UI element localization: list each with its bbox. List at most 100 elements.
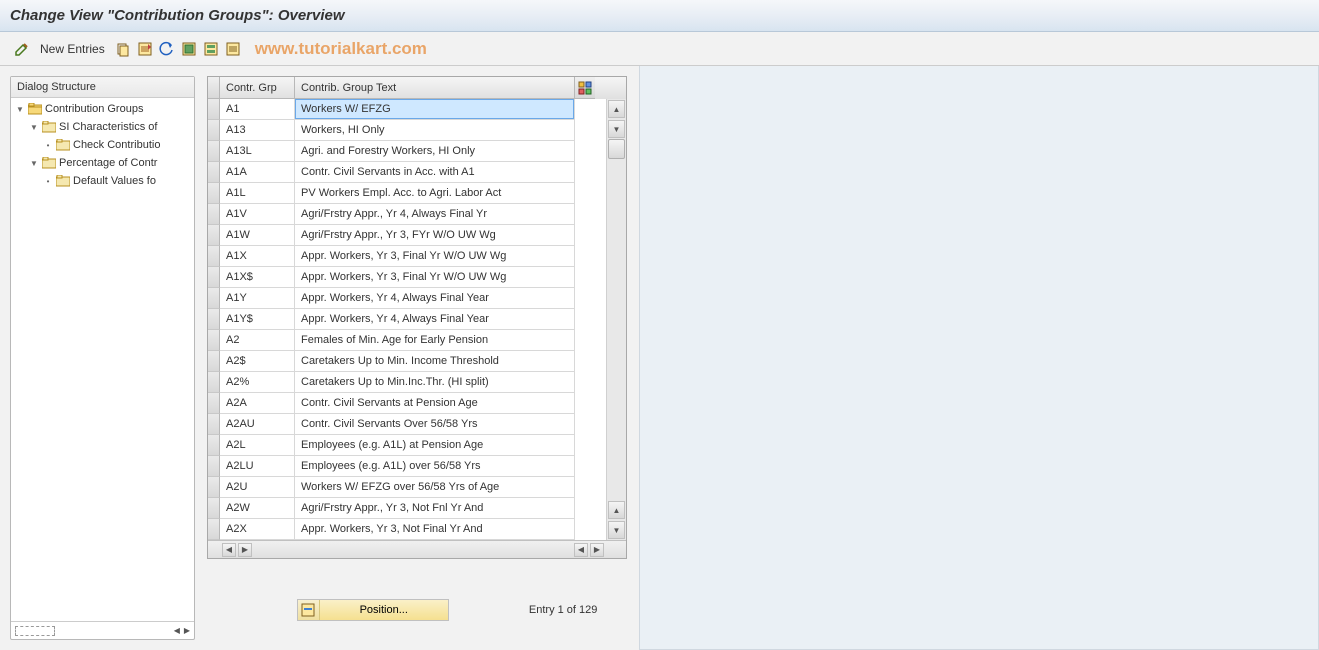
row-selector[interactable] bbox=[208, 372, 220, 393]
tree-drag-handle[interactable] bbox=[15, 626, 55, 636]
cell-contrib-group-text[interactable]: Appr. Workers, Yr 3, Final Yr W/O UW Wg bbox=[295, 246, 575, 267]
tree-node[interactable]: •Check Contributio bbox=[11, 136, 194, 154]
cell-contr-grp[interactable]: A13 bbox=[220, 120, 295, 141]
cell-contr-grp[interactable]: A2$ bbox=[220, 351, 295, 372]
cell-contr-grp[interactable]: A2X bbox=[220, 519, 295, 540]
table-row[interactable]: A2AUContr. Civil Servants Over 56/58 Yrs bbox=[208, 414, 606, 435]
cell-contrib-group-text[interactable]: Contr. Civil Servants in Acc. with A1 bbox=[295, 162, 575, 183]
undo-change-icon[interactable] bbox=[159, 41, 175, 57]
toggle-change-icon[interactable] bbox=[14, 41, 30, 57]
table-row[interactable]: A2$Caretakers Up to Min. Income Threshol… bbox=[208, 351, 606, 372]
row-selector[interactable] bbox=[208, 267, 220, 288]
table-row[interactable]: A2LUEmployees (e.g. A1L) over 56/58 Yrs bbox=[208, 456, 606, 477]
select-all-icon[interactable] bbox=[181, 41, 197, 57]
table-row[interactable]: A1WAgri/Frstry Appr., Yr 3, FYr W/O UW W… bbox=[208, 225, 606, 246]
tree-expand-toggle[interactable]: ▼ bbox=[29, 158, 39, 168]
new-entries-button[interactable]: New Entries bbox=[40, 42, 105, 56]
table-row[interactable]: A2%Caretakers Up to Min.Inc.Thr. (HI spl… bbox=[208, 372, 606, 393]
row-selector[interactable] bbox=[208, 393, 220, 414]
row-selector[interactable] bbox=[208, 225, 220, 246]
scroll-down-page-arrow[interactable]: ▼ bbox=[608, 521, 625, 539]
table-row[interactable]: A1Y$Appr. Workers, Yr 4, Always Final Ye… bbox=[208, 309, 606, 330]
cell-contr-grp[interactable]: A2AU bbox=[220, 414, 295, 435]
cell-contrib-group-text[interactable]: Caretakers Up to Min. Income Threshold bbox=[295, 351, 575, 372]
cell-contrib-group-text[interactable]: Females of Min. Age for Early Pension bbox=[295, 330, 575, 351]
cell-contrib-group-text[interactable]: Agri. and Forestry Workers, HI Only bbox=[295, 141, 575, 162]
tree-node[interactable]: •Default Values fo bbox=[11, 172, 194, 190]
cell-contrib-group-text[interactable]: Agri/Frstry Appr., Yr 3, FYr W/O UW Wg bbox=[295, 225, 575, 246]
cell-contrib-group-text[interactable]: Appr. Workers, Yr 3, Not Final Yr And bbox=[295, 519, 575, 540]
cell-contr-grp[interactable]: A1X bbox=[220, 246, 295, 267]
table-vertical-scrollbar[interactable]: ▲ ▼ ▲ ▼ bbox=[606, 99, 626, 540]
table-row[interactable]: A1X$Appr. Workers, Yr 3, Final Yr W/O UW… bbox=[208, 267, 606, 288]
select-block-icon[interactable] bbox=[203, 41, 219, 57]
column-header-contr-grp[interactable]: Contr. Grp bbox=[220, 77, 295, 99]
delete-icon[interactable] bbox=[137, 41, 153, 57]
scroll-up-arrow[interactable]: ▲ bbox=[608, 100, 625, 118]
table-row[interactable]: A1AContr. Civil Servants in Acc. with A1 bbox=[208, 162, 606, 183]
row-selector[interactable] bbox=[208, 519, 220, 540]
cell-contr-grp[interactable]: A1Y bbox=[220, 288, 295, 309]
row-selector[interactable] bbox=[208, 99, 220, 120]
cell-contr-grp[interactable]: A2LU bbox=[220, 456, 295, 477]
cell-contrib-group-text[interactable]: Agri/Frstry Appr., Yr 4, Always Final Yr bbox=[295, 204, 575, 225]
cell-contrib-group-text[interactable]: Appr. Workers, Yr 4, Always Final Year bbox=[295, 288, 575, 309]
copy-as-icon[interactable] bbox=[115, 41, 131, 57]
table-row[interactable]: A1Workers W/ EFZG bbox=[208, 99, 606, 120]
tree-node[interactable]: ▼Contribution Groups bbox=[11, 100, 194, 118]
table-row[interactable]: A2AContr. Civil Servants at Pension Age bbox=[208, 393, 606, 414]
cell-contr-grp[interactable]: A2A bbox=[220, 393, 295, 414]
cell-contr-grp[interactable]: A1X$ bbox=[220, 267, 295, 288]
table-row[interactable]: A2WAgri/Frstry Appr., Yr 3, Not Fnl Yr A… bbox=[208, 498, 606, 519]
row-selector[interactable] bbox=[208, 120, 220, 141]
row-selector[interactable] bbox=[208, 204, 220, 225]
cell-contrib-group-text[interactable]: Workers W/ EFZG bbox=[295, 99, 575, 120]
cell-contr-grp[interactable]: A1V bbox=[220, 204, 295, 225]
table-row[interactable]: A2Females of Min. Age for Early Pension bbox=[208, 330, 606, 351]
cell-contrib-group-text[interactable]: Contr. Civil Servants Over 56/58 Yrs bbox=[295, 414, 575, 435]
cell-contr-grp[interactable]: A1W bbox=[220, 225, 295, 246]
cell-contr-grp[interactable]: A1L bbox=[220, 183, 295, 204]
table-row[interactable]: A2UWorkers W/ EFZG over 56/58 Yrs of Age bbox=[208, 477, 606, 498]
scroll-up-page-arrow[interactable]: ▲ bbox=[608, 501, 625, 519]
cell-contrib-group-text[interactable]: Appr. Workers, Yr 3, Final Yr W/O UW Wg bbox=[295, 267, 575, 288]
row-selector[interactable] bbox=[208, 435, 220, 456]
row-selector[interactable] bbox=[208, 288, 220, 309]
row-selector[interactable] bbox=[208, 477, 220, 498]
hscroll-grp-left[interactable]: ◀ bbox=[222, 543, 236, 557]
table-row[interactable]: A1YAppr. Workers, Yr 4, Always Final Yea… bbox=[208, 288, 606, 309]
tree-expand-toggle[interactable]: ▼ bbox=[15, 104, 25, 114]
row-selector[interactable] bbox=[208, 330, 220, 351]
position-button[interactable]: Position... bbox=[297, 599, 449, 621]
hscroll-txt-right[interactable]: ▶ bbox=[590, 543, 604, 557]
cell-contr-grp[interactable]: A2U bbox=[220, 477, 295, 498]
cell-contr-grp[interactable]: A13L bbox=[220, 141, 295, 162]
cell-contrib-group-text[interactable]: Employees (e.g. A1L) at Pension Age bbox=[295, 435, 575, 456]
cell-contrib-group-text[interactable]: Caretakers Up to Min.Inc.Thr. (HI split) bbox=[295, 372, 575, 393]
cell-contrib-group-text[interactable]: Employees (e.g. A1L) over 56/58 Yrs bbox=[295, 456, 575, 477]
cell-contrib-group-text[interactable]: Agri/Frstry Appr., Yr 3, Not Fnl Yr And bbox=[295, 498, 575, 519]
deselect-all-icon[interactable] bbox=[225, 41, 241, 57]
cell-contr-grp[interactable]: A1Y$ bbox=[220, 309, 295, 330]
row-selector[interactable] bbox=[208, 162, 220, 183]
tree-expand-toggle[interactable]: ▼ bbox=[29, 122, 39, 132]
table-row[interactable]: A13Workers, HI Only bbox=[208, 120, 606, 141]
row-selector[interactable] bbox=[208, 498, 220, 519]
row-selector[interactable] bbox=[208, 141, 220, 162]
table-settings-icon[interactable] bbox=[575, 77, 595, 99]
cell-contrib-group-text[interactable]: PV Workers Empl. Acc. to Agri. Labor Act bbox=[295, 183, 575, 204]
row-selector[interactable] bbox=[208, 456, 220, 477]
hscroll-txt-left[interactable]: ◀ bbox=[574, 543, 588, 557]
table-row[interactable]: A1LPV Workers Empl. Acc. to Agri. Labor … bbox=[208, 183, 606, 204]
cell-contrib-group-text[interactable]: Contr. Civil Servants at Pension Age bbox=[295, 393, 575, 414]
cell-contr-grp[interactable]: A2 bbox=[220, 330, 295, 351]
cell-contr-grp[interactable]: A2% bbox=[220, 372, 295, 393]
table-row[interactable]: A2LEmployees (e.g. A1L) at Pension Age bbox=[208, 435, 606, 456]
cell-contr-grp[interactable]: A1 bbox=[220, 99, 295, 120]
tree-scroll-right[interactable]: ▶ bbox=[184, 626, 190, 635]
cell-contrib-group-text[interactable]: Workers W/ EFZG over 56/58 Yrs of Age bbox=[295, 477, 575, 498]
table-row[interactable]: A2XAppr. Workers, Yr 3, Not Final Yr And bbox=[208, 519, 606, 540]
row-selector[interactable] bbox=[208, 246, 220, 267]
cell-contr-grp[interactable]: A2L bbox=[220, 435, 295, 456]
table-select-all-header[interactable] bbox=[208, 77, 220, 99]
